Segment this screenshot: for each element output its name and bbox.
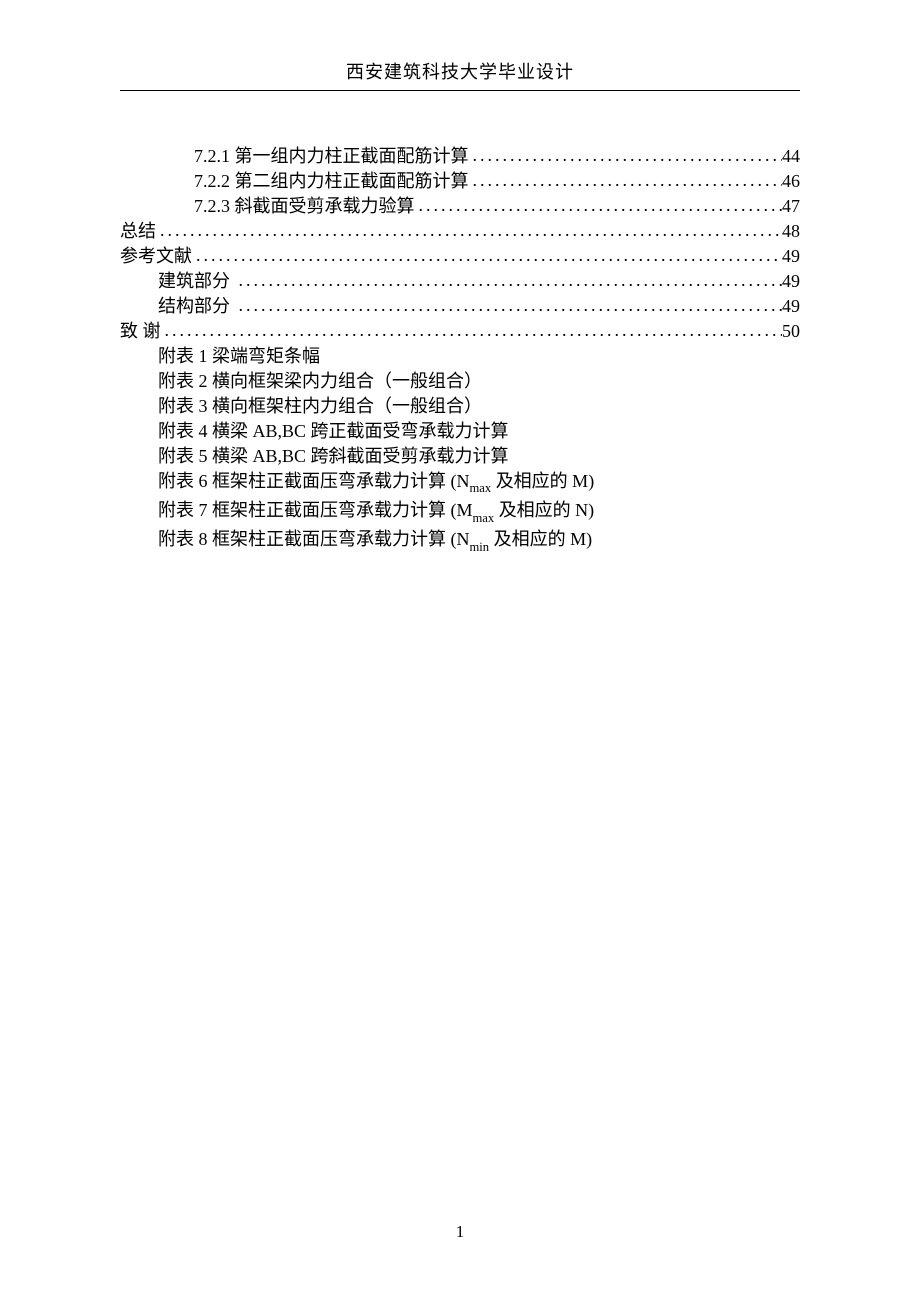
toc-page: 49 [782,297,800,315]
appendix-text: 梁端弯矩条幅 [212,346,320,366]
toc-leader [161,321,783,339]
appendix-text: 横向框架柱内力组合（一般组合） [212,396,482,416]
toc-page: 44 [782,147,800,165]
appendix-text: 横向框架梁内力组合（一般组合） [212,371,482,391]
toc-page: 48 [782,222,800,240]
toc-entry: 结构部分 49 [120,293,800,318]
toc-label: 总结 [120,222,156,240]
appendix-prefix: 附表 6 [158,471,212,491]
appendix-prefix: 附表 3 [158,396,212,416]
appendix-prefix: 附表 7 [158,500,212,520]
appendix-entry: 附表 7 框架柱正截面压弯承载力计算 (Mmax 及相应的 N) [120,497,800,526]
appendix-text: 横梁 AB,BC 跨正截面受弯承载力计算 [212,421,509,441]
appendix-entry: 附表 1 梁端弯矩条幅 [120,343,800,368]
toc-label: 结构部分 [158,297,235,315]
toc-entry: 致 谢 50 [120,318,800,343]
toc-page: 50 [782,322,800,340]
toc-label: 7.2.2 第二组内力柱正截面配筋计算 [194,172,469,190]
toc-label: 参考文献 [120,247,192,265]
toc-entry: 参考文献 49 [120,243,800,268]
toc-label: 7.2.1 第一组内力柱正截面配筋计算 [194,147,469,165]
toc-entry: 7.2.3 斜截面受剪承载力验算 47 [120,193,800,218]
appendix-entry: 附表 6 框架柱正截面压弯承载力计算 (Nmax 及相应的 M) [120,468,800,497]
appendix-text: 框架柱正截面压弯承载力计算 (Nmin 及相应的 M) [212,529,592,549]
toc-leader [469,146,783,164]
toc-page: 47 [782,197,800,215]
toc-page: 49 [782,247,800,265]
toc-label: 7.2.3 斜截面受剪承载力验算 [194,197,415,215]
toc-leader [192,246,782,264]
toc-entry: 建筑部分 49 [120,268,800,293]
toc-leader [156,221,782,239]
appendix-entry: 附表 8 框架柱正截面压弯承载力计算 (Nmin 及相应的 M) [120,526,800,555]
appendix-prefix: 附表 8 [158,529,212,549]
toc-label: 致 谢 [120,322,161,340]
appendix-prefix: 附表 1 [158,346,212,366]
appendix-prefix: 附表 2 [158,371,212,391]
appendix-text: 框架柱正截面压弯承载力计算 (Mmax 及相应的 N) [212,500,594,520]
toc-leader [415,196,783,214]
appendix-text: 框架柱正截面压弯承载力计算 (Nmax 及相应的 M) [212,471,594,491]
toc-page: 46 [782,172,800,190]
appendix-text: 横梁 AB,BC 跨斜截面受剪承载力计算 [212,446,509,466]
appendix-entry: 附表 4 横梁 AB,BC 跨正截面受弯承载力计算 [120,418,800,443]
toc-leader [469,171,783,189]
table-of-contents: 7.2.1 第一组内力柱正截面配筋计算 44 7.2.2 第二组内力柱正截面配筋… [120,143,800,556]
appendix-entry: 附表 2 横向框架梁内力组合（一般组合） [120,368,800,393]
document-page: 西安建筑科技大学毕业设计 7.2.1 第一组内力柱正截面配筋计算 44 7.2.… [0,0,920,556]
toc-page: 49 [782,272,800,290]
appendix-prefix: 附表 5 [158,446,212,466]
appendix-entry: 附表 5 横梁 AB,BC 跨斜截面受剪承载力计算 [120,443,800,468]
page-number: 1 [0,1222,920,1242]
toc-entry: 总结 48 [120,218,800,243]
page-header: 西安建筑科技大学毕业设计 [120,58,800,91]
appendix-entry: 附表 3 横向框架柱内力组合（一般组合） [120,393,800,418]
toc-leader [235,296,783,314]
toc-label: 建筑部分 [158,272,235,290]
appendix-prefix: 附表 4 [158,421,212,441]
toc-entry: 7.2.2 第二组内力柱正截面配筋计算 46 [120,168,800,193]
toc-leader [235,271,783,289]
toc-entry: 7.2.1 第一组内力柱正截面配筋计算 44 [120,143,800,168]
